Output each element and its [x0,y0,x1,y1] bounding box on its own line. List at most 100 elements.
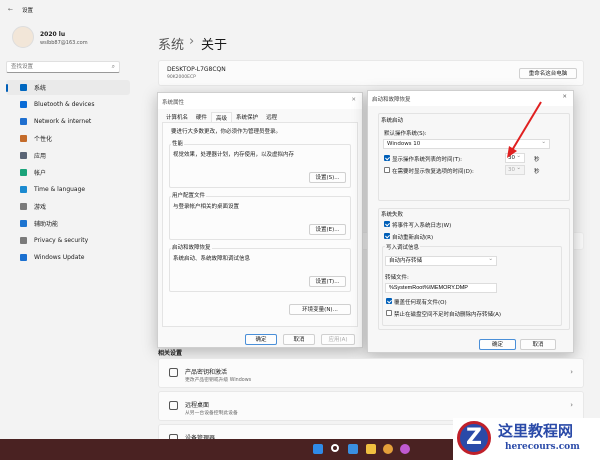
dump-file-input[interactable] [385,283,497,293]
auto-restart-checkbox[interactable] [384,233,390,239]
disable-autodelete-checkbox[interactable] [386,310,392,316]
seconds-label: 秒 [534,169,540,175]
monitor-icon [20,84,27,91]
write-event-label: 将事件写入系统日志(W) [392,223,452,229]
search-taskbar-icon[interactable] [331,444,339,452]
sidebar-item-label: 帐户 [34,170,47,177]
related-setting-item[interactable]: 远程桌面 从另一台设备控制此设备 › [158,391,584,421]
environment-variables-button[interactable]: 环境变量(N)... [289,304,351,315]
show-os-list-label: 显示操作系统列表的时间(T): [392,157,463,163]
breadcrumb-separator: › [189,34,195,49]
chevron-right-icon: › [570,401,573,409]
accessibility-icon [20,220,27,227]
search-input[interactable] [7,62,102,72]
debug-type-select[interactable]: 自动内存转储 [385,255,497,266]
watermark-logo: Z [457,421,491,455]
breadcrumb-parent[interactable]: 系统 [158,34,184,53]
widgets-icon[interactable] [348,444,358,454]
account-icon [20,169,27,176]
ok-button[interactable]: 确定 [479,339,516,350]
group-title: 性能 [171,139,185,147]
related-setting-item[interactable]: 产品密钥和激活 更改产品密钥或升级 Windows › [158,358,584,388]
sidebar-item[interactable]: 个性化 [6,131,130,146]
rename-pc-button[interactable]: 重命名这台电脑 [519,68,577,79]
watermark-title: 这里教程网 [498,422,574,440]
auto-restart-label: 自动重新启动(R) [392,235,434,241]
sidebar-item[interactable]: Windows Update [6,250,130,265]
group-title: 用户配置文件 [171,191,207,199]
avatar [12,26,34,48]
sidebar-item[interactable]: Time & language [6,182,130,197]
recovery-time-spinner[interactable]: 30 [505,164,525,175]
sidebar-item[interactable]: 系统 [6,80,130,95]
user-name: 2020 lu [40,31,66,38]
sidebar-item[interactable]: Network & internet [6,114,130,129]
file-explorer-icon[interactable] [366,444,376,454]
group-description: 视觉效果，处理器计划，内存使用，以及虚拟内存 [173,152,295,158]
close-button[interactable]: ✕ [351,97,356,103]
window-title: 设置 [22,8,34,14]
tab[interactable]: 远程 [262,112,281,122]
dialog-title: 启动和故障恢复 [372,97,411,103]
sidebar-item-label: Time & language [34,186,86,193]
device-card: DESKTOP-L7G8CQN 90K2000ECP 重命名这台电脑 [158,60,584,86]
overwrite-label: 覆盖任何现有文件(O) [394,300,447,306]
ok-button[interactable]: 确定 [245,334,277,345]
red-arrow-annotation [507,101,542,158]
group-settings-button[interactable]: 设置(S)... [309,172,346,183]
show-recovery-checkbox[interactable] [384,167,390,173]
write-event-checkbox[interactable] [384,221,390,227]
startup-recovery-dialog: 启动和故障恢复 ✕ 系统启动 默认操作系统(S): Windows 10 显示操… [367,90,574,353]
dialog-title: 系统属性 [162,100,185,106]
group-settings-button[interactable]: 设置(T)... [309,276,346,287]
chevron-right-icon: › [570,368,573,376]
device-model: 90K2000ECP [167,75,196,80]
related-item-title: 产品密钥和激活 [185,369,228,376]
browser-icon[interactable] [400,444,410,454]
sidebar-item-label: 系统 [34,85,47,92]
tab[interactable]: 系统保护 [232,112,262,122]
sidebar-item-label: 应用 [34,153,47,160]
bluetooth-icon [20,101,27,108]
debug-group-title: 写入调试信息 [385,243,421,251]
sidebar-item-label: 游戏 [34,204,47,211]
cancel-button[interactable]: 取消 [283,334,315,345]
close-button[interactable]: ✕ [562,94,567,100]
cancel-button[interactable]: 取消 [520,339,556,350]
sidebar-item[interactable]: 辅助功能 [6,216,130,231]
chrome-icon[interactable] [383,444,393,454]
gamepad-icon [20,203,27,210]
start-icon[interactable] [313,444,323,454]
group-description: 与登录帐户相关的桌面设置 [173,204,240,210]
related-item-desc: 从另一台设备控制此设备 [185,411,238,416]
show-os-list-checkbox[interactable] [384,155,390,161]
sidebar-item[interactable]: Bluetooth & devices [6,97,130,112]
back-button[interactable]: ← [8,6,13,13]
watermark-url: herecours.com [505,442,580,452]
sidebar-item[interactable]: 应用 [6,148,130,163]
default-os-label: 默认操作系统(S): [384,131,427,137]
globe-icon [20,186,27,193]
sidebar-item[interactable]: 游戏 [6,199,130,214]
shield-icon [20,237,27,244]
overwrite-checkbox[interactable] [386,298,392,304]
admin-note: 要进行大多数更改，你必须作为管理员登录。 [171,129,282,135]
search-box[interactable]: ⌕ [6,61,120,73]
tab[interactable]: 计算机名 [162,112,192,122]
key-icon [169,368,178,377]
search-icon: ⌕ [111,63,115,70]
tab[interactable]: 硬件 [192,112,211,122]
related-item-title: 远程桌面 [185,402,210,409]
page-title: 关于 [201,38,228,53]
brush-icon [20,135,27,142]
sidebar-item[interactable]: Privacy & security [6,233,130,248]
tab[interactable]: 高级 [211,112,233,122]
system-properties-dialog: 系统属性 ✕ 计算机名 硬件 高级 系统保护 远程 要进行大多数更改，你必须作为管理员登… [157,92,363,348]
apps-icon [20,152,27,159]
sidebar-item-label: 辅助功能 [34,221,59,228]
group-settings-button[interactable]: 设置(E)... [309,224,346,235]
failure-group-title: 系统失败 [381,212,404,218]
apply-button[interactable]: 应用(A) [321,334,355,345]
sidebar-item-label: Windows Update [34,254,85,261]
sidebar-item[interactable]: 帐户 [6,165,130,180]
